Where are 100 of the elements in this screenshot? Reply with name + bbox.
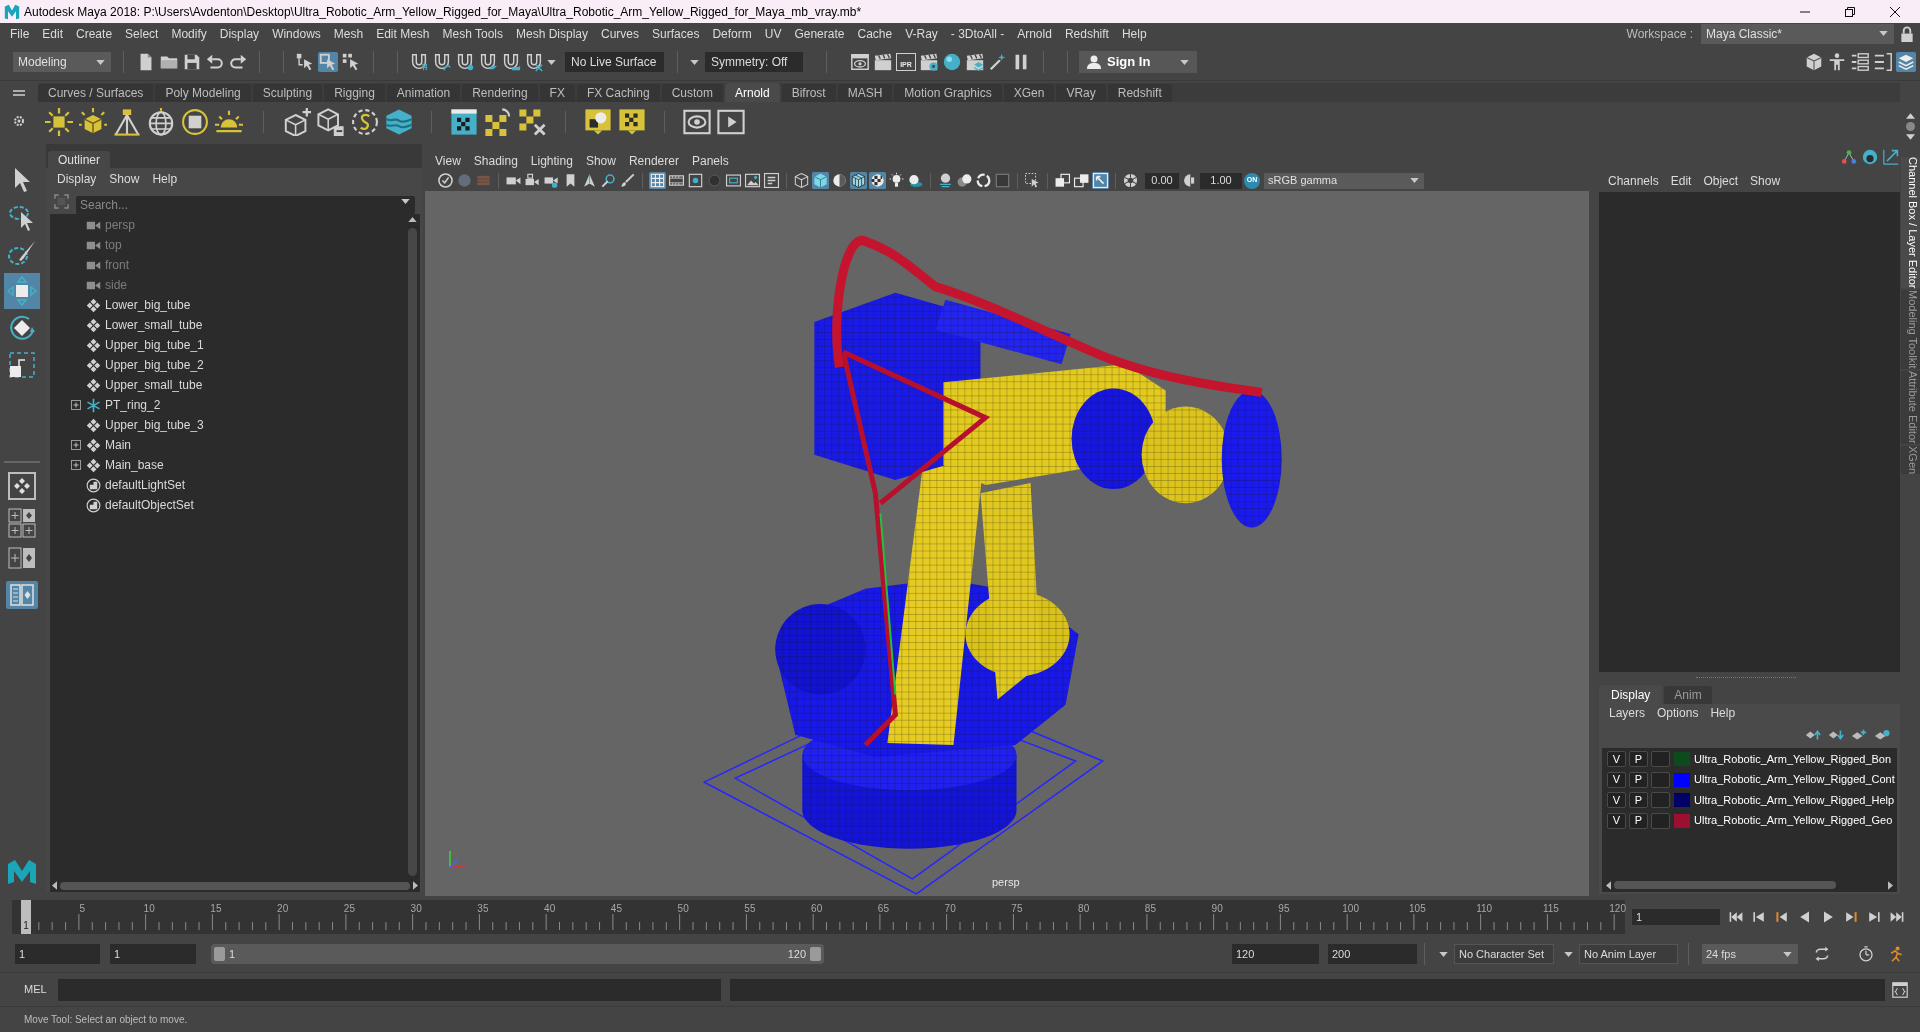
expand-icon[interactable] xyxy=(71,440,81,450)
reference-toggle[interactable] xyxy=(1651,812,1670,829)
magnet-plane-icon[interactable] xyxy=(478,52,498,72)
layer-name[interactable]: Ultra_Robotic_Arm_Yellow_Rigged_Cont xyxy=(1694,771,1895,788)
checker-cross-icon[interactable] xyxy=(518,108,546,136)
reference-toggle[interactable] xyxy=(1651,751,1670,767)
dashed-circle-icon[interactable] xyxy=(351,108,379,136)
wire-cube-icon[interactable] xyxy=(793,172,810,189)
caret-icon[interactable] xyxy=(1564,951,1573,957)
outliner-item[interactable]: defaultLightSet xyxy=(86,476,186,494)
shelf-tab[interactable]: Redshift xyxy=(1107,84,1172,102)
scroll-dot-icon[interactable] xyxy=(1905,122,1915,131)
menu-item[interactable]: Help xyxy=(1710,704,1736,722)
stacked-squares-icon[interactable] xyxy=(1073,172,1090,189)
checker-sphere-icon[interactable] xyxy=(869,172,886,189)
shelf-tab[interactable]: Poly Modeling xyxy=(155,84,251,102)
outliner-item[interactable]: front xyxy=(86,256,129,274)
shapes-box-icon[interactable] xyxy=(584,108,612,136)
close-icon[interactable] xyxy=(1890,6,1900,17)
key-back-icon[interactable] xyxy=(1774,909,1790,925)
sphere-lines-icon[interactable] xyxy=(937,172,954,189)
four-pane-icon[interactable] xyxy=(8,508,36,538)
check-circle-icon[interactable] xyxy=(437,172,454,189)
caret-icon[interactable] xyxy=(690,59,699,65)
menu-item[interactable]: Lighting xyxy=(530,151,573,170)
range-slider[interactable]: 1 120 xyxy=(211,944,824,964)
time-slider-track[interactable]: 5 10 15 20 25 30 35 40 45 50 55 60 65 70 75 80 85 90 95 100 105 110 115 120 1 xyxy=(12,900,1625,934)
scroll-left-icon[interactable] xyxy=(1606,880,1611,890)
shelf-tab[interactable]: FX xyxy=(539,84,575,102)
skip-back-icon[interactable] xyxy=(1728,909,1744,925)
wand-icon[interactable] xyxy=(988,52,1008,72)
list-icon[interactable] xyxy=(1873,52,1893,72)
lock-icon[interactable] xyxy=(1900,25,1914,42)
light-bulb-icon[interactable] xyxy=(888,172,905,189)
workspace-dropdown[interactable]: Maya Classic* xyxy=(1701,23,1894,44)
shelf-tab[interactable]: Custom xyxy=(661,84,723,102)
grid-icon[interactable] xyxy=(649,172,666,189)
sphere-icon[interactable] xyxy=(942,52,962,72)
caret-icon[interactable] xyxy=(1180,59,1189,65)
shelf-tab[interactable]: MASH xyxy=(837,84,893,102)
running-figure-icon[interactable] xyxy=(1888,946,1904,962)
playback-toggle[interactable]: P xyxy=(1629,812,1648,829)
character-set-field[interactable]: No Character Set xyxy=(1454,944,1554,964)
menu-item[interactable]: Help xyxy=(1121,24,1147,43)
brush-icon[interactable] xyxy=(619,172,636,189)
range-handle[interactable] xyxy=(214,947,225,961)
command-input-field[interactable] xyxy=(57,978,721,1001)
anim-layer-field[interactable]: No Anim Layer xyxy=(1579,944,1678,964)
diagonal-arrow-icon[interactable] xyxy=(1883,149,1899,165)
key-forward-icon[interactable] xyxy=(1843,909,1859,925)
menu-item[interactable]: Arnold xyxy=(1017,24,1052,43)
menu-item[interactable]: Layers xyxy=(1609,704,1646,722)
scroll-right-icon[interactable] xyxy=(413,881,418,890)
overlapping-squares-icon[interactable] xyxy=(1054,172,1071,189)
image-icon[interactable] xyxy=(744,172,761,189)
magnet-grid-icon[interactable] xyxy=(409,52,429,72)
playback-end-field[interactable]: 120 xyxy=(1232,944,1319,964)
side-tab[interactable]: Modeling Toolkit xyxy=(1901,290,1920,370)
caret-icon[interactable] xyxy=(547,59,556,65)
menu-item[interactable]: Generate xyxy=(794,24,845,43)
side-tab[interactable]: Channel Box / Layer Editor xyxy=(1901,157,1920,289)
visibility-toggle[interactable]: V xyxy=(1607,771,1626,788)
layers-icon[interactable] xyxy=(1896,52,1916,72)
clapperboard-gear-icon[interactable] xyxy=(919,52,939,72)
layer-name[interactable]: Ultra_Robotic_Arm_Yellow_Rigged_Bon xyxy=(1694,750,1892,768)
cube-plus-icon[interactable] xyxy=(283,108,311,136)
square-light-icon[interactable] xyxy=(45,108,73,136)
menu-item[interactable]: Show xyxy=(1750,172,1781,190)
outliner-item[interactable]: Main_base xyxy=(86,456,164,474)
outliner-item[interactable]: Lower_small_tube xyxy=(86,316,203,334)
caret-icon[interactable] xyxy=(401,199,410,204)
expand-icon[interactable] xyxy=(71,400,81,410)
cursor-dots-icon[interactable] xyxy=(341,52,361,72)
outliner-item[interactable]: PT_ring_2 xyxy=(86,396,161,414)
menu-item[interactable]: V-Ray xyxy=(905,24,938,43)
playback-start-field[interactable]: 1 xyxy=(110,944,196,964)
side-tab[interactable]: XGen xyxy=(1901,445,1920,475)
menu-item[interactable]: Display xyxy=(219,24,260,43)
current-frame-field[interactable]: 1 xyxy=(1632,909,1720,925)
shelf-tab[interactable]: Arnold xyxy=(724,83,780,102)
menu-item[interactable]: Object xyxy=(1703,172,1739,190)
visibility-toggle[interactable]: V xyxy=(1607,792,1626,808)
menu-item[interactable]: UV xyxy=(764,24,782,43)
reference-toggle[interactable] xyxy=(1651,771,1670,788)
menu-item[interactable]: Create xyxy=(76,24,113,43)
outliner-item[interactable]: Upper_big_tube_3 xyxy=(86,416,204,434)
reference-toggle[interactable] xyxy=(1651,792,1670,808)
shelf-tab[interactable]: VRay xyxy=(1056,84,1106,102)
expand-icon[interactable] xyxy=(71,460,81,470)
menu-item[interactable]: Renderer xyxy=(628,151,679,170)
shelf-tab[interactable]: XGen xyxy=(1003,84,1055,102)
menu-item[interactable]: Shading xyxy=(473,151,518,170)
settings-icon[interactable] xyxy=(13,115,25,127)
ring-icon[interactable] xyxy=(1862,149,1878,165)
scroll-right-icon[interactable] xyxy=(1888,880,1893,890)
panel-tab[interactable]: Anim xyxy=(1664,686,1712,704)
caret-icon[interactable] xyxy=(1879,31,1888,36)
figure-icon[interactable] xyxy=(1827,52,1847,72)
outliner-item[interactable]: Upper_small_tube xyxy=(86,376,203,394)
caret-icon[interactable] xyxy=(1410,178,1419,183)
